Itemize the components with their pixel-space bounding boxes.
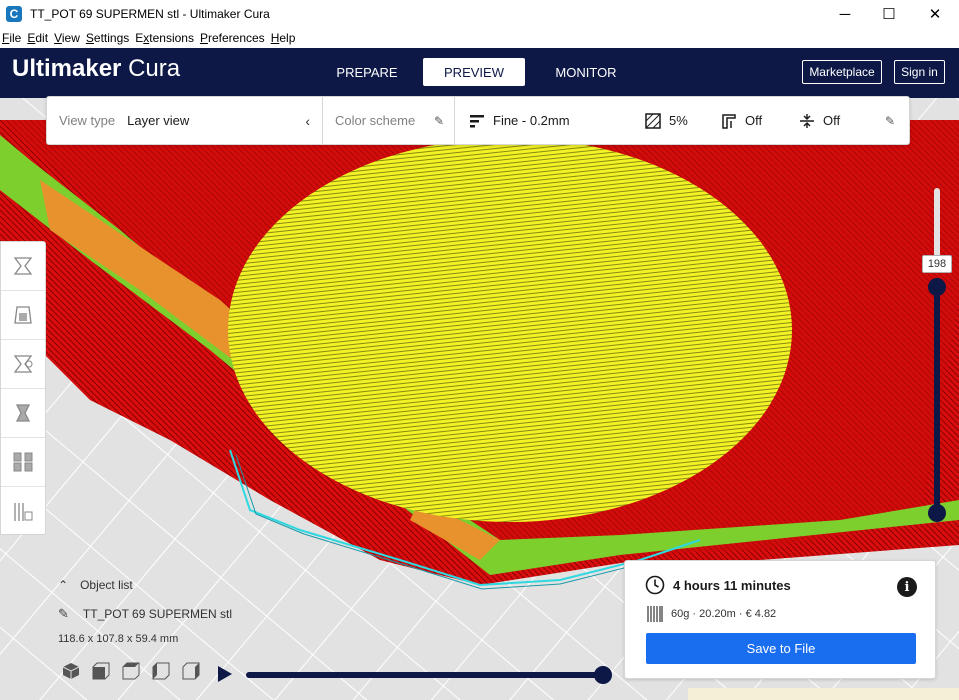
print-info-panel: 4 hours 11 minutes i 60g · 20.20m · € 4.… — [624, 560, 936, 679]
infill-setting[interactable]: 5% — [645, 112, 688, 129]
move-icon — [13, 257, 33, 275]
menu-view[interactable]: View — [52, 31, 82, 45]
per-model-settings-icon — [13, 452, 33, 472]
window-title: TT_POT 69 SUPERMEN stl - Ultimaker Cura — [30, 7, 270, 21]
adhesion-icon — [800, 113, 814, 128]
layer-slider-lower-handle[interactable] — [928, 504, 946, 522]
support-setting[interactable]: Off — [721, 113, 762, 129]
view-orientation-buttons — [60, 660, 210, 682]
support-blocker-icon — [14, 502, 33, 521]
view-toolbar: View type Layer view ‹ Color scheme ✎ Fi… — [46, 96, 910, 145]
play-icon — [218, 666, 232, 682]
layer-slider-upper-handle[interactable] — [928, 278, 946, 296]
top-view-button[interactable] — [120, 660, 142, 682]
maximize-button[interactable]: ☐ — [866, 0, 912, 28]
sign-in-button[interactable]: Sign in — [894, 60, 945, 84]
tab-preview[interactable]: PREVIEW — [423, 58, 525, 86]
adhesion-value: Off — [823, 113, 841, 128]
print-settings-summary[interactable]: Fine - 0.2mm 5% Off Off ✎ — [455, 97, 909, 144]
support-blocker-button[interactable] — [1, 487, 45, 536]
profile-setting[interactable]: Fine - 0.2mm — [469, 113, 570, 129]
profile-lines-icon — [470, 114, 484, 127]
save-to-file-button[interactable]: Save to File — [646, 633, 916, 664]
menu-file[interactable]: File — [0, 31, 23, 45]
mirror-tool-button[interactable] — [1, 389, 45, 438]
pencil-icon[interactable]: ✎ — [434, 114, 444, 128]
print-time: 4 hours 11 minutes — [673, 577, 791, 593]
rotate-icon — [13, 355, 33, 373]
material-usage-row: 60g · 20.20m · € 4.82 — [647, 605, 776, 623]
menu-extensions[interactable]: Extensions — [133, 31, 196, 45]
play-simulation-button[interactable] — [216, 665, 234, 683]
per-model-settings-button[interactable] — [1, 438, 45, 487]
cube-front-icon — [92, 662, 110, 680]
adhesion-setting[interactable]: Off — [799, 113, 840, 129]
3d-view-button[interactable] — [60, 660, 82, 682]
window-titlebar: C TT_POT 69 SUPERMEN stl - Ultimaker Cur… — [0, 0, 959, 28]
filament-spool-icon — [647, 606, 663, 622]
mirror-icon — [15, 404, 31, 422]
cube-3d-icon — [62, 663, 80, 679]
clock-icon — [645, 575, 665, 595]
menu-bar: File Edit View Settings Extensions Prefe… — [0, 28, 959, 48]
scale-tool-button[interactable] — [1, 291, 45, 340]
left-view-button[interactable] — [150, 660, 172, 682]
info-icon[interactable]: i — [897, 577, 917, 597]
object-list-toggle[interactable]: ⌃ Object list — [58, 578, 133, 592]
simulation-path-slider[interactable] — [246, 672, 606, 678]
chevron-left-icon[interactable]: ‹ — [305, 113, 310, 129]
move-tool-button[interactable] — [1, 242, 45, 291]
print-time-row: 4 hours 11 minutes — [645, 575, 791, 595]
view-type-value: Layer view — [127, 113, 190, 128]
profile-value: Fine - 0.2mm — [493, 113, 570, 128]
color-scheme-selector[interactable]: Color scheme ✎ — [323, 97, 455, 144]
pencil-icon[interactable]: ✎ — [885, 114, 895, 128]
object-name: TT_POT 69 SUPERMEN stl — [82, 607, 233, 621]
layer-slider-track[interactable] — [934, 287, 940, 513]
ultimaker-cura-logo: Ultimaker Cura — [12, 55, 181, 82]
cube-right-icon — [182, 662, 200, 680]
view-type-selector[interactable]: View type Layer view ‹ — [47, 97, 323, 144]
infill-value: 5% — [669, 113, 688, 128]
menu-edit[interactable]: Edit — [25, 31, 50, 45]
cura-app-icon: C — [6, 6, 22, 22]
color-scheme-label: Color scheme — [335, 113, 416, 128]
menu-help[interactable]: Help — [269, 31, 298, 45]
object-name-row[interactable]: ✎ TT_POT 69 SUPERMEN stl — [58, 606, 232, 622]
pencil-icon[interactable]: ✎ — [58, 606, 69, 622]
minimize-button[interactable]: ─ — [822, 0, 868, 28]
rotate-tool-button[interactable] — [1, 340, 45, 389]
cube-left-icon — [152, 662, 170, 680]
tab-prepare[interactable]: PREPARE — [330, 58, 404, 86]
support-icon — [722, 113, 736, 129]
layer-number-field[interactable]: 198 — [922, 255, 952, 273]
material-usage: 60g · 20.20m · € 4.82 — [671, 608, 777, 620]
tool-panel — [0, 241, 46, 535]
right-view-button[interactable] — [180, 660, 202, 682]
menu-preferences[interactable]: Preferences — [198, 31, 267, 45]
front-view-button[interactable] — [90, 660, 112, 682]
object-list-label: Object list — [80, 578, 133, 592]
tab-monitor[interactable]: MONITOR — [545, 58, 627, 86]
object-dimensions: 118.6 x 107.8 x 59.4 mm — [58, 633, 179, 645]
scale-icon — [14, 306, 32, 324]
support-value: Off — [745, 113, 763, 128]
infill-icon — [645, 112, 661, 129]
close-window-button[interactable]: ✕ — [912, 0, 958, 28]
cube-top-icon — [122, 662, 140, 680]
menu-settings[interactable]: Settings — [84, 31, 131, 45]
simulation-path-handle[interactable] — [594, 666, 612, 684]
app-header: Ultimaker Cura PREPARE PREVIEW MONITOR M… — [0, 48, 959, 98]
marketplace-button[interactable]: Marketplace — [802, 60, 882, 84]
view-type-label: View type — [59, 113, 116, 128]
layer-slider-track-unused — [934, 188, 940, 258]
chevron-up-icon: ⌃ — [58, 578, 69, 592]
